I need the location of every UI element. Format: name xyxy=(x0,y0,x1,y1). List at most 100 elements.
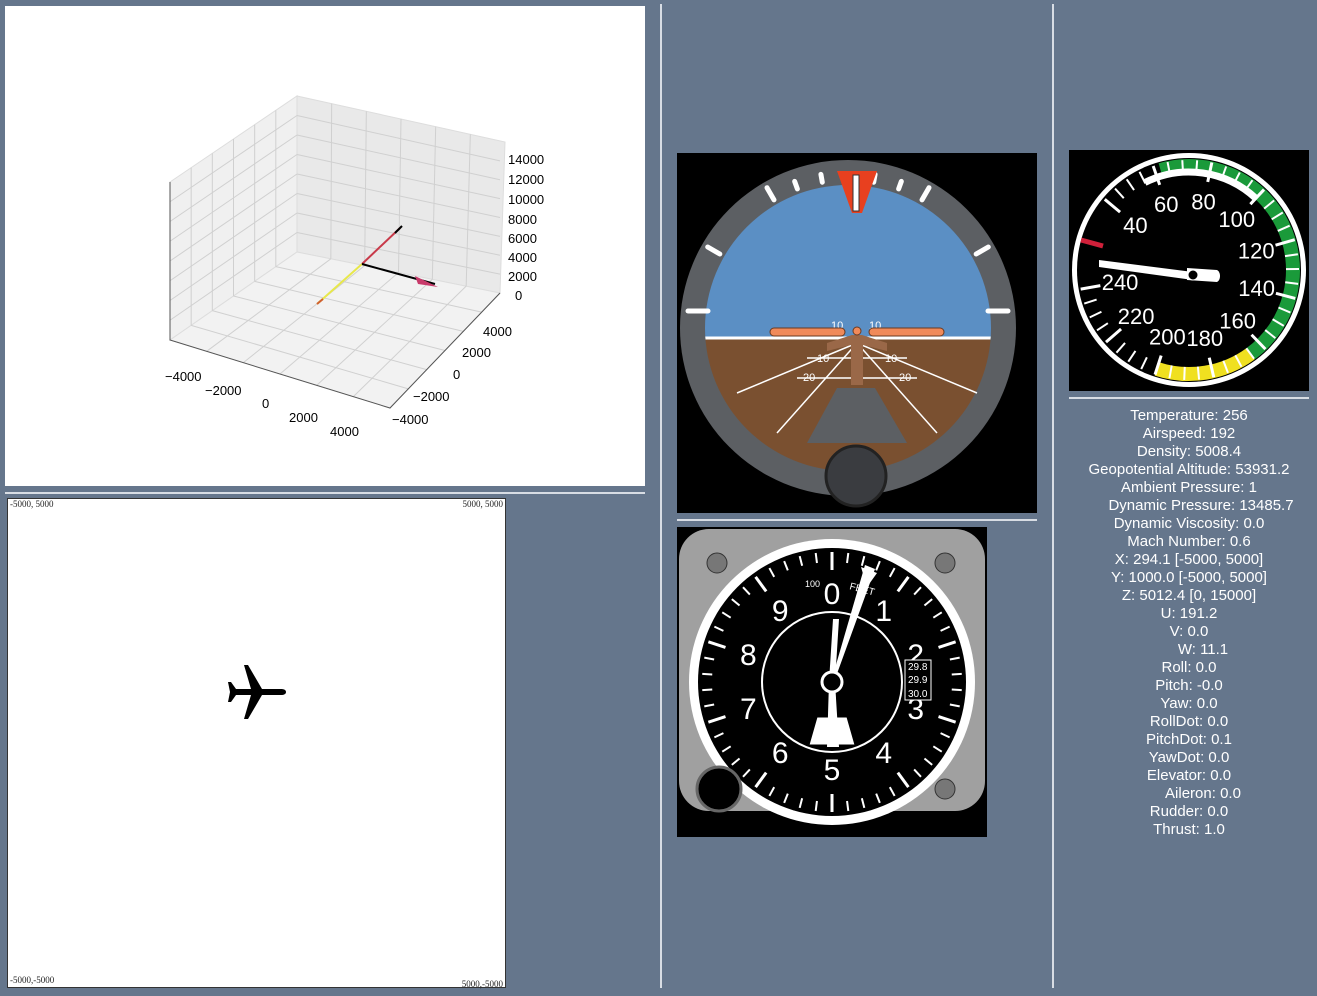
map-corner-bottom-right: 5000,-5000 xyxy=(461,979,503,989)
altimeter-number: 5 xyxy=(824,754,841,787)
y-tick: 4000 xyxy=(483,324,512,339)
altimeter-number: 9 xyxy=(772,595,789,628)
altimeter-tick xyxy=(702,672,713,676)
separator xyxy=(677,519,1037,521)
altimeter-tick xyxy=(702,688,713,692)
z-tick: 6000 xyxy=(508,231,537,246)
pitch-label: 10 xyxy=(817,353,829,365)
altimeter-number: 7 xyxy=(740,693,757,726)
readout-aileron: Aileron: 0.0 xyxy=(1165,785,1241,802)
aircraft-wing-left xyxy=(769,327,846,337)
altimeter-number: 6 xyxy=(772,737,789,770)
airplane-icon xyxy=(228,665,286,719)
altimeter-number: 1 xyxy=(875,595,892,628)
top-down-map: -5000, 5000 5000, 5000 -5000,-5000 5000,… xyxy=(7,498,506,989)
readout-rolldot: RollDot: 0.0 xyxy=(1149,713,1229,730)
readout-yawdot: YawDot: 0.0 xyxy=(1148,749,1230,766)
altimeter-number: 0 xyxy=(824,578,841,611)
readout-temperature: Temperature: 256 xyxy=(1130,407,1248,424)
airspeed-number: 140 xyxy=(1238,276,1275,301)
readout-airspeed: Airspeed: 192 xyxy=(1142,425,1236,442)
airspeed-number: 80 xyxy=(1191,190,1215,215)
airspeed-tick xyxy=(1181,160,1185,174)
adjust-knob[interactable] xyxy=(824,444,888,508)
roll-tick xyxy=(818,171,825,185)
attitude-svg: 10 10 10 10 20 20 xyxy=(680,160,1016,508)
readout-dynamic-viscosity: Dynamic Viscosity: 0.0 xyxy=(1113,515,1265,532)
kollsman-value: 30.0 xyxy=(908,689,928,700)
altimeter-number: 8 xyxy=(740,639,757,672)
roll-tick xyxy=(792,178,800,192)
z-tick: 12000 xyxy=(508,172,544,187)
readout-yaw: Yaw: 0.0 xyxy=(1160,695,1218,712)
z-tick: 0 xyxy=(515,288,522,303)
z-tick: 4000 xyxy=(508,250,537,265)
readout-pitch: Pitch: -0.0 xyxy=(1155,677,1223,694)
readout-y: Y: 1000.0 [-5000, 5000] xyxy=(1111,569,1267,586)
airspeed-indicator: 40 60 80 100 120 140 160 180 200 220 240 xyxy=(1069,150,1309,391)
z-tick: 8000 xyxy=(508,212,537,227)
attitude-indicator: 10 10 10 10 20 20 xyxy=(677,153,1037,513)
altimeter-tick xyxy=(951,688,962,692)
readout-w: W: 11.1 xyxy=(1177,641,1229,658)
readout-rudder: Rudder: 0.0 xyxy=(1149,803,1229,820)
kollsman-value: 29.8 xyxy=(908,662,928,673)
roll-tick xyxy=(896,178,904,192)
airspeed-number: 240 xyxy=(1102,270,1139,295)
divider-vertical-1 xyxy=(660,4,662,988)
screw-icon xyxy=(934,778,956,800)
altimeter-number: 4 xyxy=(875,737,892,770)
altimeter-tick xyxy=(846,800,850,812)
readout-density: Density: 5008.4 xyxy=(1136,443,1242,460)
airspeed-number: 220 xyxy=(1118,304,1155,329)
baro-knob[interactable] xyxy=(695,765,743,813)
readout-x: X: 294.1 [-5000, 5000] xyxy=(1114,551,1264,568)
x-tick: −2000 xyxy=(205,383,242,398)
roll-index xyxy=(852,174,860,212)
airspeed-number: 180 xyxy=(1186,326,1223,351)
readout-v: V: 0.0 xyxy=(1169,623,1209,640)
flight-state-readouts: Temperature: 256 Airspeed: 192 Density: … xyxy=(1065,407,1313,839)
airspeed-number: 60 xyxy=(1154,192,1178,217)
pitch-label: 20 xyxy=(899,372,911,384)
altimeter-scale: 100 xyxy=(805,579,820,589)
altimeter-tick xyxy=(846,552,850,564)
separator xyxy=(5,492,645,494)
x-tick: 4000 xyxy=(330,424,359,439)
airspeed-tick xyxy=(1183,366,1186,380)
z-tick: 10000 xyxy=(508,192,544,207)
airspeed-svg: 4060 80100120140160180200220240 xyxy=(1072,153,1306,387)
altimeter-svg: 0123456789 100 FEET 29.8 29.9 30.0 xyxy=(679,529,985,825)
airspeed-number: 120 xyxy=(1238,239,1275,264)
airspeed-number: 100 xyxy=(1218,207,1255,232)
kollsman-value: 29.9 xyxy=(908,675,928,686)
readout-geopotential-altitude: Geopotential Altitude: 53931.2 xyxy=(1088,461,1290,478)
altimeter-tick xyxy=(814,552,818,564)
y-tick: −2000 xyxy=(413,389,450,404)
needle-hub xyxy=(1187,269,1199,281)
airspeed-number: 160 xyxy=(1219,308,1256,333)
x-tick: 0 xyxy=(262,396,269,411)
airspeed-tick xyxy=(1196,366,1201,380)
x-tick: 2000 xyxy=(289,410,318,425)
map-corner-top-right: 5000, 5000 xyxy=(462,499,504,509)
altimeter: 0123456789 100 FEET 29.8 29.9 30.0 xyxy=(677,527,987,837)
airspeed-number: 40 xyxy=(1123,213,1147,238)
y-tick: 0 xyxy=(453,367,460,382)
airspeed-tick xyxy=(1195,160,1199,174)
z-tick: 14000 xyxy=(508,152,544,167)
readout-roll: Roll: 0.0 xyxy=(1161,659,1217,676)
readout-z: Z: 5012.4 [0, 15000] xyxy=(1121,587,1257,604)
map-corner-top-left: -5000, 5000 xyxy=(10,499,54,509)
screw-icon xyxy=(706,552,728,574)
aircraft-dot xyxy=(852,326,862,336)
z-axis-ticks: 14000 12000 10000 8000 6000 4000 2000 0 xyxy=(508,152,544,303)
z-tick: 2000 xyxy=(508,269,537,284)
map-corner-bottom-left: -5000,-5000 xyxy=(10,975,55,985)
aircraft-wing-right xyxy=(868,327,945,337)
readout-mach-number: Mach Number: 0.6 xyxy=(1127,533,1251,550)
screw-icon xyxy=(934,552,956,574)
readout-elevator: Elevator: 0.0 xyxy=(1146,767,1232,784)
altimeter-tick xyxy=(951,672,962,676)
y-tick: 2000 xyxy=(462,345,491,360)
